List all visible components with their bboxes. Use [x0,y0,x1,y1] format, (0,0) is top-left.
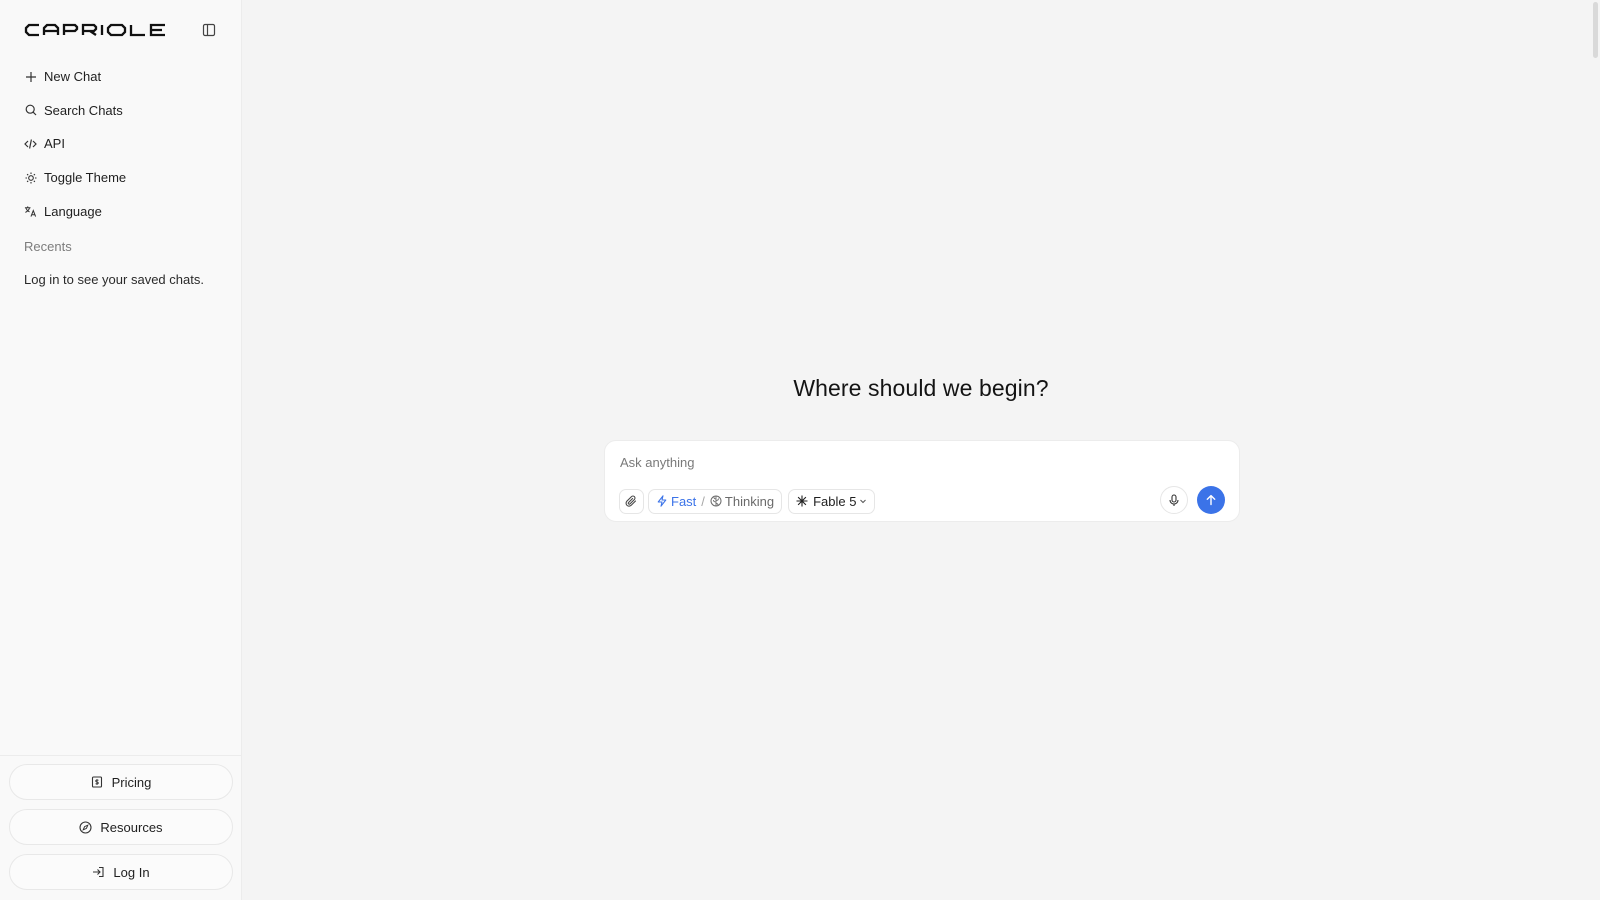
sparkle-icon [796,495,808,507]
sidebar-item-label: Language [44,203,102,219]
mode-thinking-label: Thinking [724,493,775,509]
resources-button[interactable]: Resources [9,809,233,845]
code-icon [24,137,37,150]
mode-separator: / [701,493,705,509]
login-icon [92,866,105,879]
chat-composer: Fast / Thinking Fable 5 [604,440,1240,522]
sidebar-panel-icon [202,23,216,37]
voice-input-button[interactable] [1160,486,1188,514]
sidebar-item-toggle-theme[interactable]: Toggle Theme [0,161,241,195]
sidebar-footer: Pricing Resources Log In [0,755,241,900]
pricing-button[interactable]: Pricing [9,764,233,800]
log-in-button[interactable]: Log In [9,854,233,890]
sidebar: New Chat Search Chats API Toggle Theme L… [0,0,242,900]
plus-icon [24,70,37,83]
arrow-up-icon [1206,494,1216,506]
pricing-label: Pricing [111,774,152,790]
capriole-logo[interactable] [24,23,184,37]
recents-heading: Recents [24,238,72,254]
sidebar-item-api[interactable]: API [0,127,241,161]
app-window: New Chat Search Chats API Toggle Theme L… [0,0,1600,900]
message-input[interactable] [620,451,1180,473]
sidebar-item-label: Search Chats [44,102,123,118]
sidebar-toggle-button[interactable] [199,20,219,40]
resources-label: Resources [100,819,163,835]
lightning-icon [656,495,668,507]
attach-button[interactable] [619,488,644,514]
mode-fast-label: Fast [671,493,697,509]
sidebar-item-search-chats[interactable]: Search Chats [0,94,241,128]
brand-row [0,0,241,60]
search-icon [24,104,37,117]
main-area: Where should we begin? Fast / [242,0,1600,900]
compass-icon [79,820,92,834]
brain-icon [710,495,722,507]
mode-fast[interactable]: Fast [656,494,696,509]
sidebar-item-label: API [44,136,65,152]
paperclip-icon [625,494,637,507]
recents-empty-message: Log in to see your saved chats. [24,271,204,287]
sidebar-item-label: New Chat [44,69,102,85]
mode-selector: Fast / Thinking [648,488,783,514]
sun-icon [24,171,37,184]
translate-icon [24,205,37,218]
receipt-icon [91,776,104,789]
model-selector[interactable]: Fable 5 [788,488,876,514]
composer-toolbar: Fast / Thinking Fable 5 [619,488,876,514]
microphone-icon [1169,493,1179,506]
log-in-label: Log In [113,864,150,880]
page-scrollbar[interactable] [1590,0,1600,900]
sidebar-item-label: Toggle Theme [44,170,127,186]
sidebar-item-new-chat[interactable]: New Chat [0,60,241,94]
sidebar-nav: New Chat Search Chats API Toggle Theme L… [0,60,241,228]
chevron-down-icon [859,497,867,505]
sidebar-item-language[interactable]: Language [0,194,241,228]
mode-thinking[interactable]: Thinking [710,494,774,509]
scrollbar-thumb[interactable] [1593,2,1598,58]
model-label: Fable 5 [813,493,857,509]
send-button[interactable] [1197,486,1225,514]
page-title: Where should we begin? [793,375,1049,401]
